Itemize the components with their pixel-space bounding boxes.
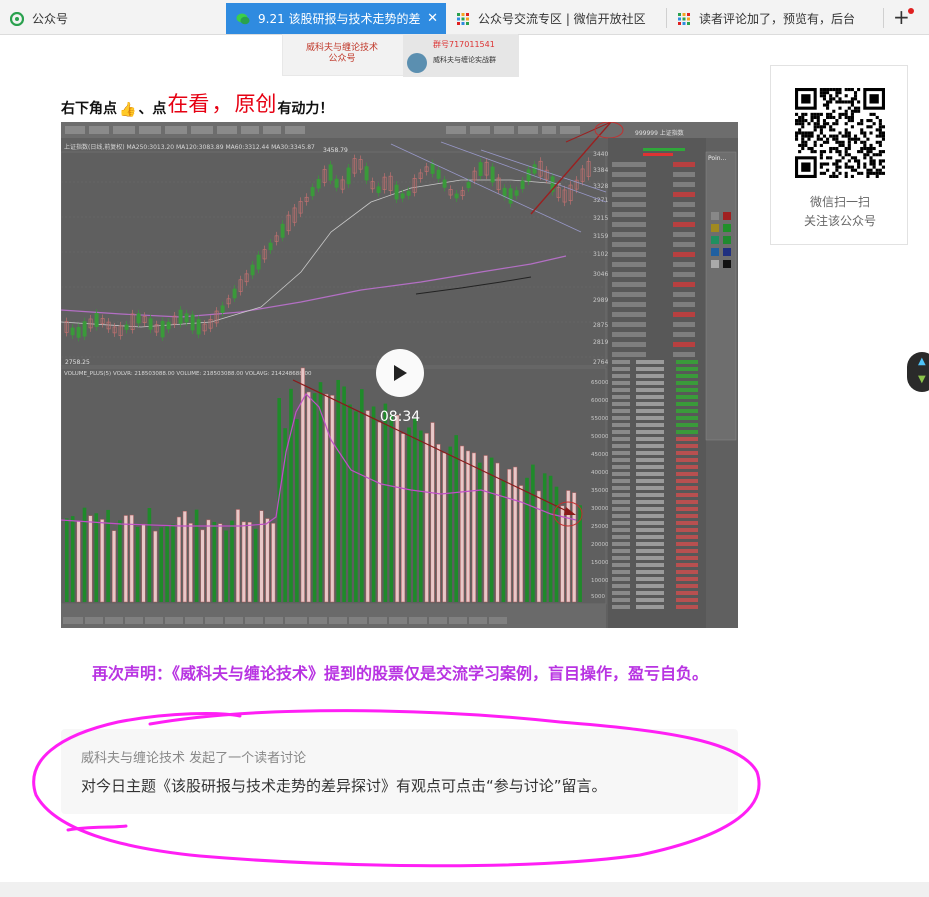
chart-header-text: 上证指数(日线,前复权) MA250:3013.20 MA120:3083.89…	[64, 143, 315, 151]
discussion-header: 威科夫与缠论技术 发起了一个读者讨论	[81, 751, 307, 766]
svg-text:15000: 15000	[591, 560, 609, 566]
svg-text:3384: 3384	[593, 167, 608, 174]
svg-text:3440: 3440	[593, 151, 608, 158]
banner-group-name: 威科夫与缠论实战群	[433, 56, 496, 64]
cta-prefix: 右下角点	[61, 101, 117, 117]
price-high-label: 3458.79	[323, 147, 348, 154]
discussion-body: 对今日主题《该股研报与技术走势的差异探讨》有观点可点击“参与讨论”留言。	[81, 777, 607, 795]
svg-text:5000: 5000	[591, 594, 605, 600]
banner-title: 威科夫与缠论技术	[305, 43, 378, 53]
cta-suffix: 有动力！	[277, 101, 334, 117]
video-player[interactable]: 上证指数(日线,前复权) MA250:3013.20 MA120:3083.89…	[61, 122, 738, 628]
tab-community[interactable]: 公众号交流专区 | 微信开放社区	[446, 3, 666, 34]
svg-text:2875: 2875	[593, 322, 608, 329]
play-button[interactable]	[376, 349, 424, 397]
tab-gongzhonghao[interactable]: 公众号	[0, 3, 222, 34]
banner-group-avatar	[407, 53, 427, 73]
tab-article[interactable]: 9.21 该股研报与技术走势的差 ✕	[226, 3, 446, 34]
play-icon	[394, 365, 407, 381]
tab-divider	[883, 8, 884, 28]
svg-text:2819: 2819	[593, 339, 608, 346]
svg-text:3159: 3159	[593, 233, 608, 240]
qr-follow-text: 关注该公众号	[803, 214, 876, 228]
wechat-icon	[236, 13, 250, 24]
svg-text:2989: 2989	[593, 297, 608, 304]
svg-text:3046: 3046	[593, 271, 608, 278]
cta-zaikan: 在看	[167, 92, 210, 116]
browser-tab-bar: 公众号 9.21 该股研报与技术走势的差 ✕ 公众号交流专区 | 微信开放社区 …	[0, 0, 929, 35]
tab-label: 公众号	[32, 12, 69, 26]
svg-text:3102: 3102	[593, 251, 608, 258]
svg-text:3328: 3328	[593, 183, 608, 190]
tab-label: 公众号交流专区 | 微信开放社区	[478, 12, 646, 26]
new-tab-button[interactable]: +	[893, 5, 910, 29]
article-banner-image: 威科夫与缠论技术 公众号 群号717011541 威科夫与缠论实战群	[282, 34, 519, 77]
community-grid-icon	[457, 12, 469, 25]
qr-code-card: 微信扫一扫 关注该公众号	[770, 65, 908, 245]
svg-text:35000: 35000	[591, 488, 609, 494]
index-code-label: 999999 上证指数	[635, 129, 684, 137]
community-grid-icon	[678, 12, 690, 25]
cta-mid: 、点	[138, 101, 167, 117]
video-duration: 08:34	[379, 409, 421, 425]
volume-header-text: VOLUME_PLUS(5) VOLVR: 218503088.00 VOLUM…	[64, 371, 312, 377]
page-footer-strip	[0, 882, 929, 897]
svg-text:55000: 55000	[591, 416, 609, 422]
notification-dot	[908, 8, 914, 14]
qr-code-icon	[795, 88, 885, 178]
tab-label: 9.21 该股研报与技术走势的差	[258, 12, 421, 26]
app-logo-icon	[10, 11, 24, 26]
svg-text:45000: 45000	[591, 452, 609, 458]
cta-yuanchuang: 原创	[234, 92, 277, 116]
banner-title-block: 威科夫与缠论技术 公众号	[283, 43, 401, 65]
reader-discussion-card[interactable]: 威科夫与缠论技术 发起了一个读者讨论 对今日主题《该股研报与技术走势的差异探讨》…	[61, 729, 738, 814]
close-tab-icon[interactable]: ✕	[427, 11, 438, 26]
svg-text:60000: 60000	[591, 398, 609, 404]
disclaimer-statement: 再次声明：《威科夫与缠论技术》提到的股票仅是交流学习案例，盲目操作，盈亏自负。	[91, 664, 708, 683]
banner-subtitle: 公众号	[328, 54, 356, 64]
svg-text:30000: 30000	[591, 506, 609, 512]
arrow-down-icon: ▼	[918, 374, 926, 385]
svg-text:10000: 10000	[591, 578, 609, 584]
tab-label: 读者评论加了，预览有，后台	[699, 12, 856, 26]
svg-text:20000: 20000	[591, 542, 609, 548]
svg-text:40000: 40000	[591, 470, 609, 476]
scroll-float-button[interactable]: ▲ ▼	[907, 352, 929, 392]
arrow-up-icon: ▲	[918, 356, 926, 367]
tab-comments[interactable]: 读者评论加了，预览有，后台	[667, 3, 883, 34]
svg-text:2764: 2764	[593, 359, 608, 366]
svg-text:25000: 25000	[591, 524, 609, 530]
banner-group-id: 群号717011541	[433, 40, 495, 49]
cta-separator: ，	[211, 92, 233, 116]
cta-line: 右下角点 👍 、点 在看 ， 原创 有动力！	[61, 88, 333, 118]
svg-text:3215: 3215	[593, 215, 608, 222]
qr-scan-text: 微信扫一扫	[809, 195, 870, 209]
svg-text:50000: 50000	[591, 434, 609, 440]
svg-text:65000: 65000	[591, 380, 609, 386]
thumbs-up-icon: 👍	[119, 102, 137, 118]
tool-panel-title: Poin...	[708, 155, 726, 162]
price-low-label: 2758.25	[65, 359, 90, 366]
